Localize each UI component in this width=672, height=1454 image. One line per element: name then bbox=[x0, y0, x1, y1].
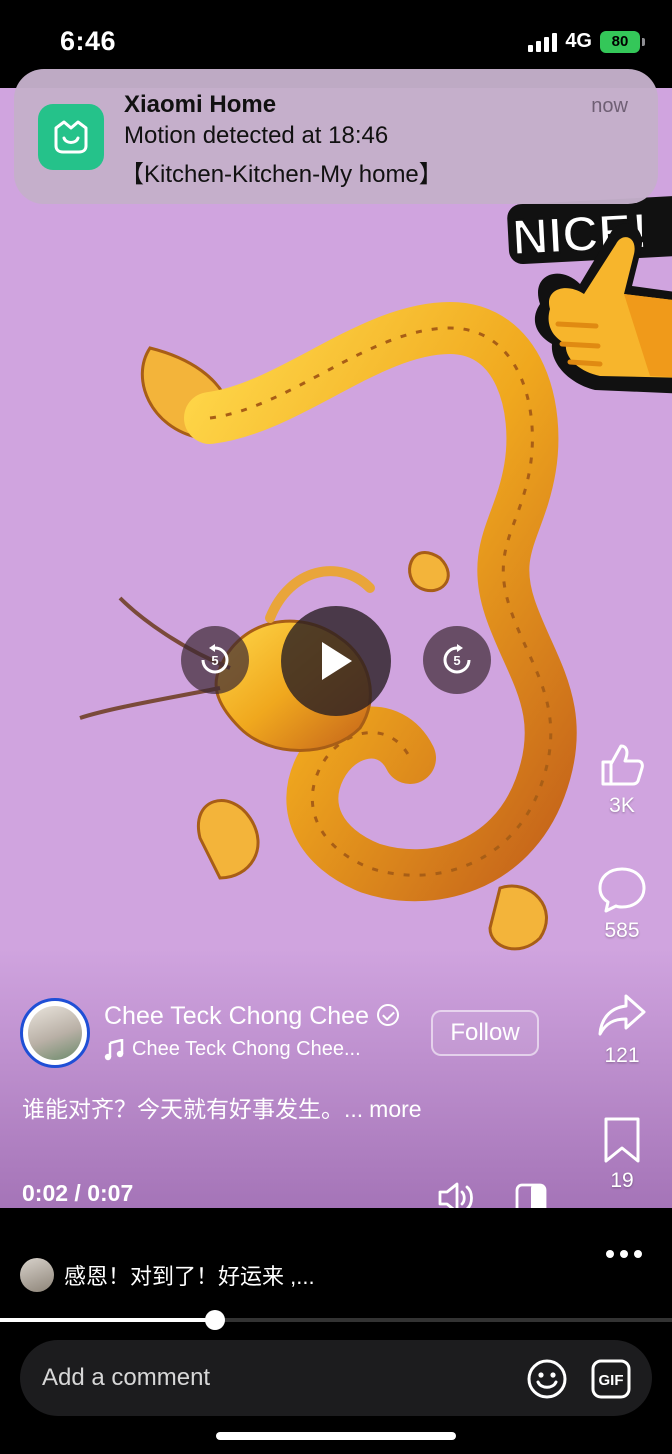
forward-seconds: 5 bbox=[453, 653, 460, 668]
top-comment[interactable]: 感恩！对到了！好运来 ,... bbox=[20, 1258, 315, 1292]
status-time: 6:46 bbox=[60, 26, 117, 56]
like-action[interactable]: 3K bbox=[572, 740, 672, 818]
status-indicators: 4G 80 bbox=[528, 30, 645, 53]
share-action[interactable]: 121 bbox=[572, 990, 672, 1068]
smiley-icon bbox=[527, 1359, 567, 1399]
dot-icon bbox=[620, 1250, 628, 1258]
caption-more-link[interactable]: more bbox=[369, 1096, 421, 1122]
play-button[interactable] bbox=[281, 606, 391, 716]
like-count: 3K bbox=[609, 794, 635, 817]
follow-button[interactable]: Follow bbox=[431, 1010, 539, 1056]
save-action[interactable]: 19 bbox=[572, 1115, 672, 1193]
rewind-5s-button[interactable]: 5 bbox=[181, 626, 249, 694]
notification-app-name: Xiaomi Home bbox=[124, 91, 277, 118]
notification-message: Motion detected at 18:46 bbox=[124, 122, 389, 149]
playback-time: 0:02 / 0:07 bbox=[22, 1180, 133, 1207]
top-comment-text: 感恩！对到了！好运来 ,... bbox=[64, 1264, 315, 1289]
comment-input-box[interactable]: Add a comment GIF bbox=[20, 1340, 652, 1416]
comment-placeholder[interactable]: Add a comment bbox=[42, 1364, 210, 1392]
bookmark-icon bbox=[604, 1117, 640, 1163]
forward-icon: 5 bbox=[443, 644, 471, 674]
gif-button[interactable]: GIF bbox=[590, 1358, 632, 1405]
dot-icon bbox=[606, 1250, 614, 1258]
time-separator: / bbox=[68, 1180, 88, 1206]
caption-text: 谁能对齐？今天就有好事发生。... bbox=[22, 1096, 364, 1122]
comment-count: 585 bbox=[604, 919, 640, 942]
forward-5s-button[interactable]: 5 bbox=[423, 626, 491, 694]
audio-track[interactable]: Chee Teck Chong Chee... bbox=[104, 1038, 361, 1061]
share-count: 121 bbox=[604, 1044, 640, 1067]
audio-track-name: Chee Teck Chong Chee... bbox=[132, 1038, 361, 1060]
rewind-icon: 5 bbox=[201, 644, 229, 674]
commenter-avatar bbox=[20, 1258, 54, 1292]
cellular-signal-icon bbox=[528, 32, 558, 52]
duration: 0:07 bbox=[87, 1180, 134, 1206]
author-name: Chee Teck Chong Chee bbox=[104, 1002, 369, 1030]
emoji-button[interactable] bbox=[526, 1358, 568, 1405]
video-progress-bar[interactable] bbox=[0, 1310, 672, 1330]
bottom-panel: 感恩！对到了！好运来 ,... Add a comment GIF bbox=[0, 1208, 672, 1454]
gif-icon: GIF bbox=[591, 1359, 631, 1399]
more-options-button[interactable] bbox=[606, 1250, 642, 1258]
xiaomi-home-app-icon bbox=[38, 104, 104, 170]
avatar-photo bbox=[28, 1006, 82, 1060]
notification-time: now bbox=[591, 95, 628, 117]
xiaomi-home-icon bbox=[54, 120, 88, 154]
comment-action[interactable]: 585 bbox=[572, 865, 672, 943]
home-indicator[interactable] bbox=[216, 1432, 456, 1440]
verified-badge-icon bbox=[377, 1004, 399, 1026]
push-notification[interactable]: Xiaomi Home now Motion detected at 18:46… bbox=[14, 69, 658, 204]
gif-label: GIF bbox=[599, 1372, 624, 1389]
current-time: 0:02 bbox=[22, 1180, 69, 1206]
battery-icon: 80 bbox=[600, 30, 645, 53]
save-count: 19 bbox=[610, 1169, 634, 1192]
battery-level: 80 bbox=[611, 33, 629, 50]
play-icon bbox=[322, 642, 352, 680]
author-avatar[interactable] bbox=[20, 998, 90, 1068]
notification-location: 【Kitchen-Kitchen-My home】 bbox=[120, 161, 443, 188]
author-name-row[interactable]: Chee Teck Chong Chee bbox=[104, 1002, 399, 1031]
thumbs-up-icon bbox=[601, 744, 644, 786]
comment-bubble-icon bbox=[598, 867, 646, 913]
network-type: 4G bbox=[565, 30, 592, 52]
music-note-icon bbox=[104, 1038, 124, 1060]
share-arrow-icon bbox=[598, 994, 646, 1036]
caption[interactable]: 谁能对齐？今天就有好事发生。... more bbox=[22, 1090, 422, 1124]
dot-icon bbox=[634, 1250, 642, 1258]
rewind-seconds: 5 bbox=[211, 653, 218, 668]
progress-fill bbox=[0, 1318, 216, 1322]
progress-thumb[interactable] bbox=[205, 1310, 226, 1330]
author-row: Chee Teck Chong Chee Chee Teck Chong Che… bbox=[20, 998, 560, 1068]
